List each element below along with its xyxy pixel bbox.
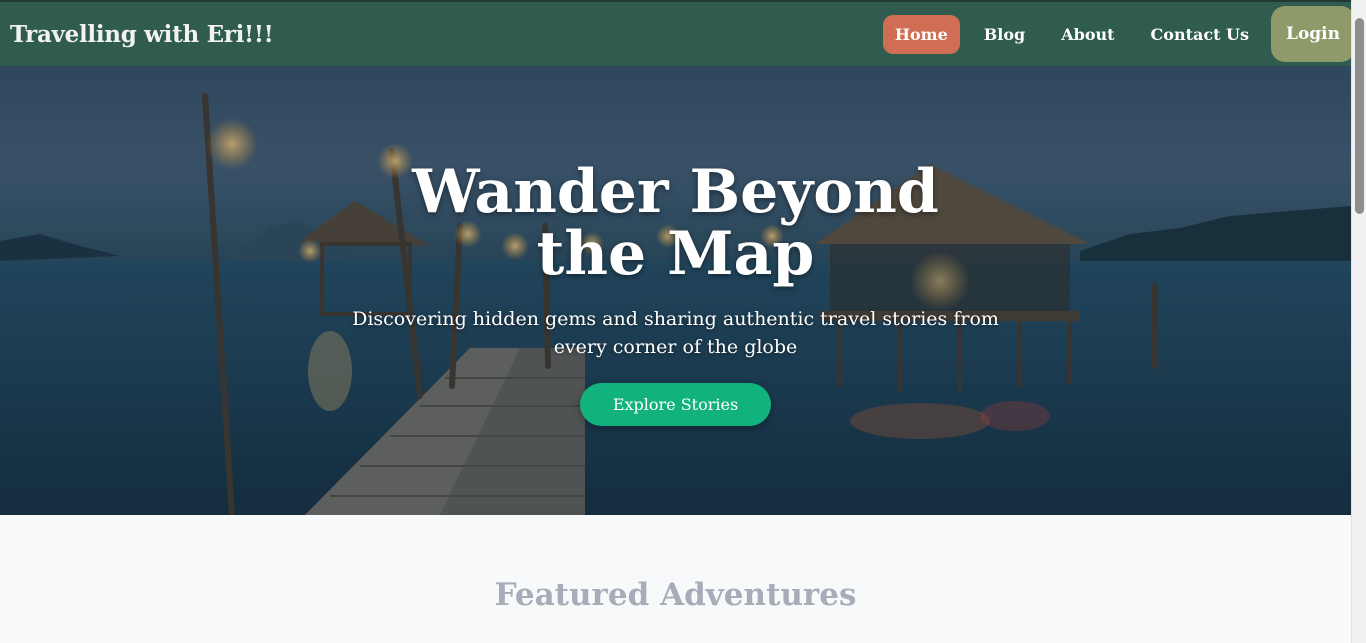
nav-contact-link[interactable]: Contact Us: [1139, 15, 1261, 54]
hero-title: Wander Beyond the Map: [412, 157, 939, 289]
hero-content: Wander Beyond the Map Discovering hidden…: [0, 161, 1351, 426]
scrollbar-thumb[interactable]: [1355, 18, 1364, 214]
featured-heading: Featured Adventures: [494, 577, 857, 613]
hero-subtitle: Discovering hidden gems and sharing auth…: [352, 308, 999, 358]
explore-stories-button[interactable]: Explore Stories: [579, 383, 772, 426]
main-nav: Home Blog About Contact Us Login: [877, 2, 1355, 66]
nav-blog-link[interactable]: Blog: [972, 15, 1037, 54]
nav-home-link[interactable]: Home: [882, 14, 960, 54]
top-navigation-bar: Travelling with Eri!!! Home Blog About C…: [0, 0, 1355, 66]
site-brand[interactable]: Travelling with Eri!!!: [10, 21, 274, 48]
hero-section: Wander Beyond the Map Discovering hidden…: [0, 66, 1351, 515]
featured-section: Featured Adventures: [0, 515, 1351, 643]
nav-about-link[interactable]: About: [1049, 15, 1126, 54]
login-button[interactable]: Login: [1271, 6, 1355, 62]
page-scrollbar[interactable]: [1351, 0, 1366, 643]
